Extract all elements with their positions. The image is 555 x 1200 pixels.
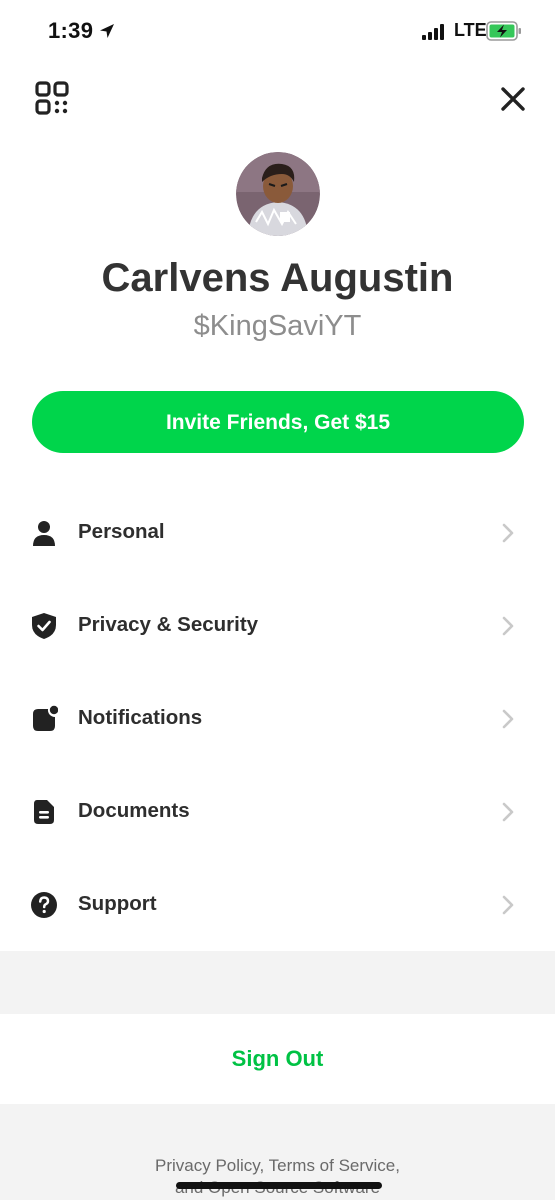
chevron-right-icon: [502, 709, 514, 729]
footer-legal-links[interactable]: Privacy Policy, Terms of Service,: [0, 1156, 555, 1176]
menu-item-label: Documents: [78, 799, 190, 822]
document-icon: [34, 800, 54, 824]
battery-charging-icon: [486, 21, 521, 41]
status-bar: 1:39 LTE: [0, 0, 555, 62]
chevron-right-icon: [502, 616, 514, 636]
close-icon[interactable]: [498, 84, 528, 114]
avatar[interactable]: [236, 152, 320, 236]
menu-item-label: Personal: [78, 520, 165, 543]
question-circle-icon: [31, 892, 57, 918]
redaction-scribble: [176, 1182, 382, 1189]
network-label: LTE: [454, 20, 487, 40]
signal-bars-icon: [422, 24, 444, 40]
shield-check-icon: [32, 613, 56, 639]
menu-item-notifications[interactable]: Notifications: [0, 671, 555, 764]
location-arrow-icon: [100, 24, 114, 38]
cashtag: $KingSaviYT: [193, 310, 362, 342]
menu-item-support[interactable]: Support: [0, 857, 555, 950]
menu-item-privacy-security[interactable]: Privacy & Security: [0, 578, 555, 671]
invite-friends-button[interactable]: Invite Friends, Get $15: [32, 391, 524, 453]
chevron-right-icon: [502, 895, 514, 915]
menu-item-label: Privacy & Security: [78, 613, 259, 636]
profile-name: Carlvens Augustin: [101, 256, 454, 300]
notification-badge-icon: [33, 705, 58, 731]
qr-code-icon[interactable]: [34, 80, 70, 116]
chevron-right-icon: [502, 523, 514, 543]
section-divider: [0, 951, 555, 1014]
menu-item-label: Notifications: [78, 706, 203, 729]
menu-item-personal[interactable]: Personal: [0, 485, 555, 578]
menu-item-documents[interactable]: Documents: [0, 764, 555, 857]
sign-out-button[interactable]: Sign Out: [0, 1014, 555, 1104]
person-icon: [33, 521, 55, 546]
sign-out-label: Sign Out: [231, 1046, 324, 1071]
status-time: 1:39: [48, 18, 94, 43]
chevron-right-icon: [502, 802, 514, 822]
menu-item-label: Support: [78, 892, 157, 915]
